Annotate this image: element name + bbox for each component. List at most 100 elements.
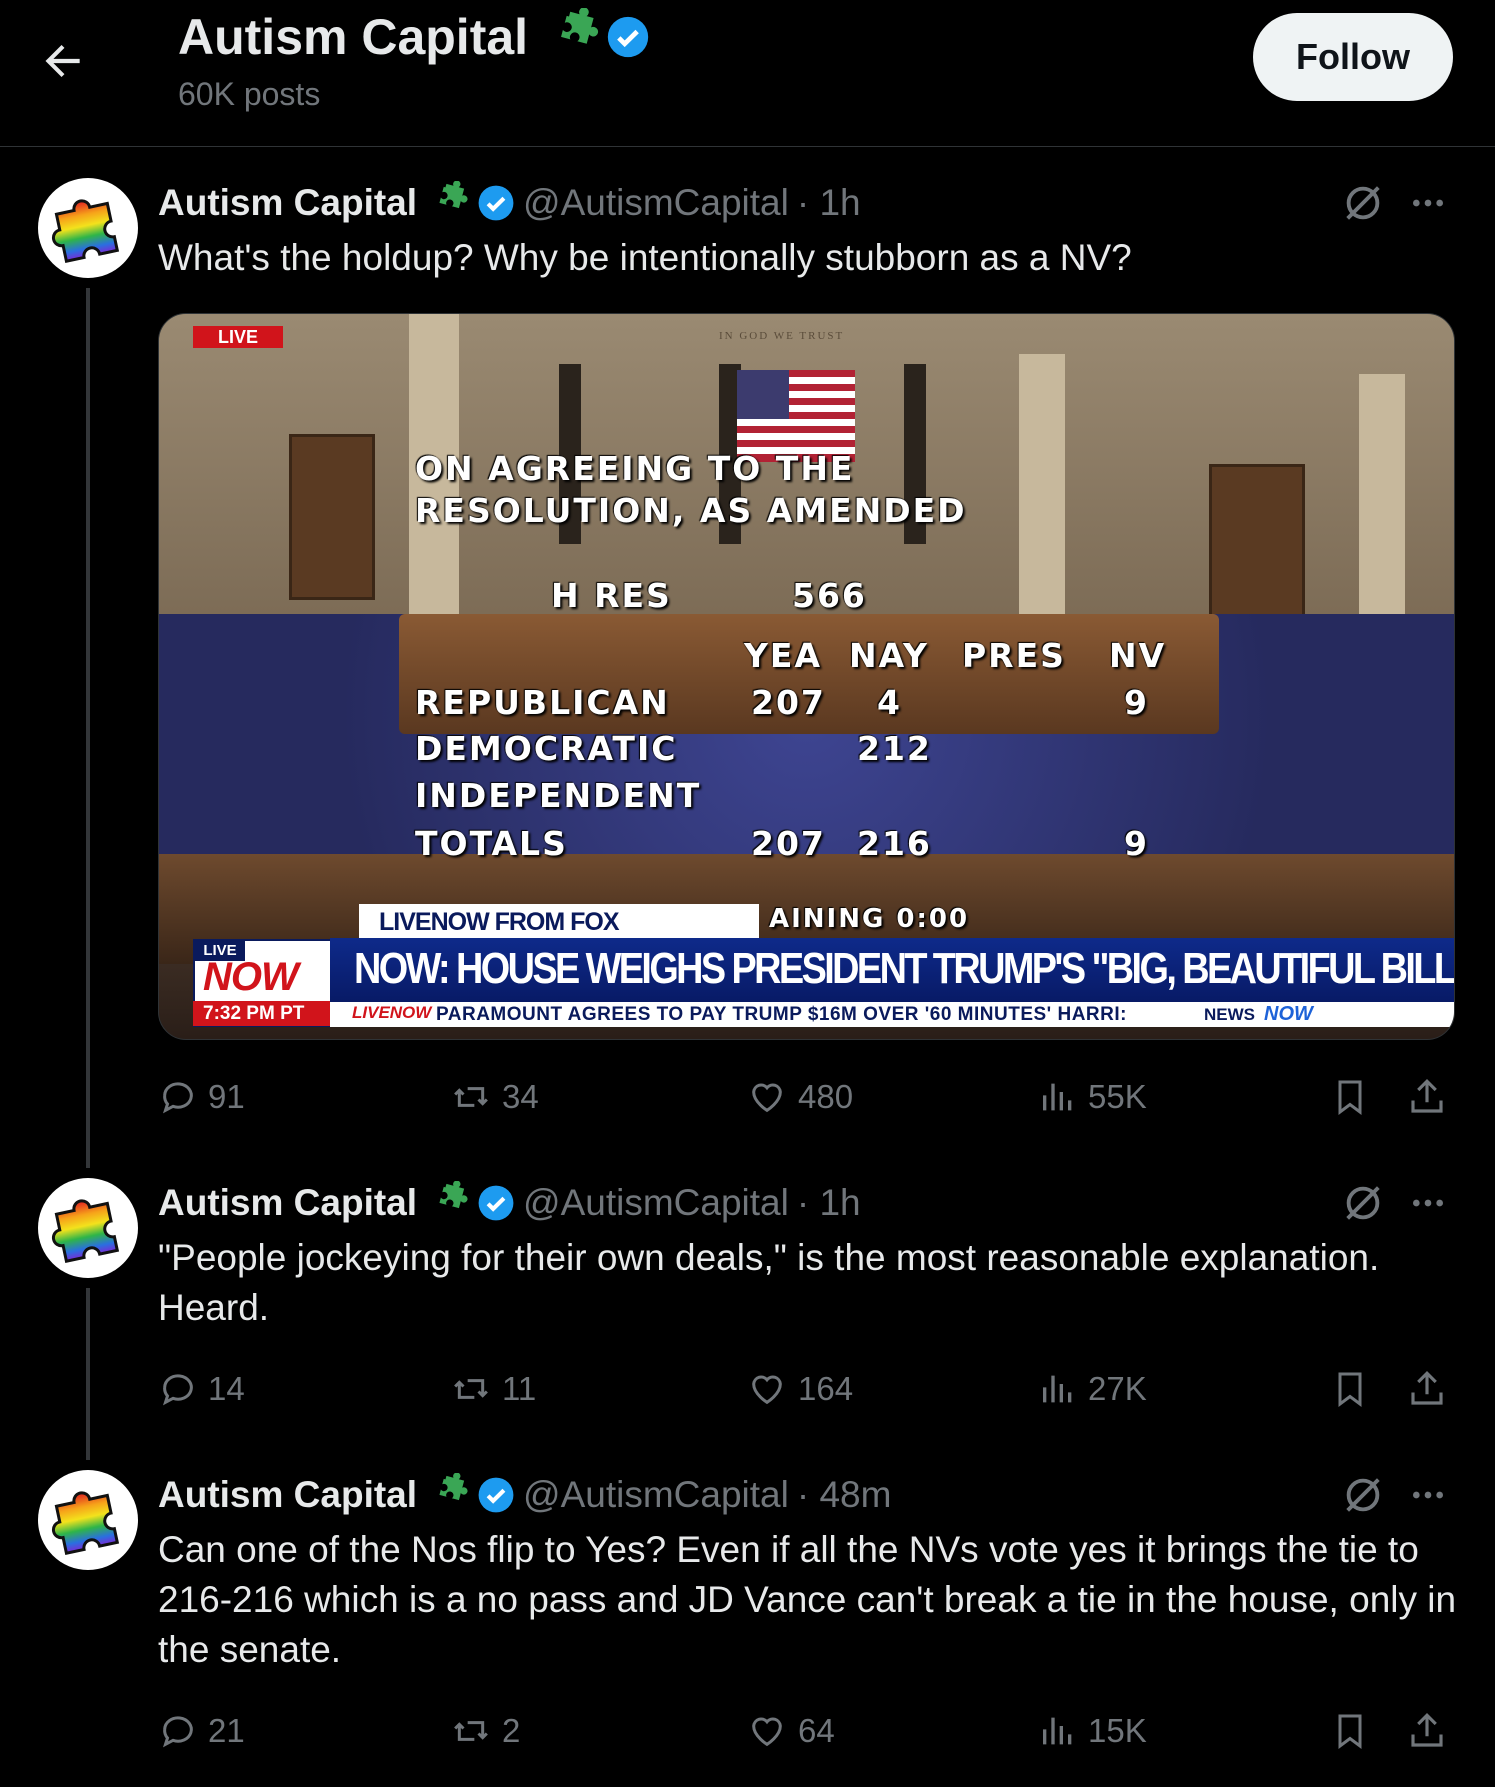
avatar[interactable] [38, 1178, 138, 1278]
grok-icon[interactable] [1340, 180, 1386, 226]
col-nv: NV [1109, 636, 1167, 675]
ticker-text: PARAMOUNT AGREES TO PAY TRUMP $16M OVER … [436, 1004, 1127, 1025]
tweet-author-row: Autism Capital @AutismCapital · 1h [158, 178, 861, 228]
views-button[interactable]: 15K [1038, 1706, 1147, 1756]
row-totals: TOTALS [415, 824, 568, 863]
views-button[interactable]: 55K [1038, 1072, 1147, 1122]
author-name[interactable]: Autism Capital [158, 1474, 417, 1516]
column [1019, 354, 1065, 654]
tweet-top-icons [1340, 1472, 1448, 1518]
time-remaining: AINING 0:00 [769, 904, 970, 934]
back-button[interactable] [38, 36, 88, 86]
rainbow-puzzle-avatar-icon [51, 1199, 120, 1263]
republican-nv: 9 [1124, 683, 1149, 722]
share-button[interactable] [1406, 1072, 1458, 1122]
source-label: LIVENOW FROM FOX [379, 908, 620, 936]
retweet-icon [454, 1721, 488, 1741]
views-chart-icon [1043, 1717, 1072, 1745]
follow-button[interactable]: Follow [1253, 13, 1453, 101]
tweet-actions: 14 11 164 27K [158, 1364, 1458, 1414]
reply-button[interactable]: 14 [158, 1364, 245, 1414]
puzzle-piece-icon [439, 1181, 468, 1209]
views-chart-icon [1043, 1083, 1072, 1111]
page-title: Autism Capital [178, 8, 650, 66]
col-nay: NAY [849, 636, 929, 675]
tweet-author-row: Autism Capital @AutismCapital · 48m [158, 1470, 891, 1520]
source-bar: LIVENOW FROM FOX [359, 904, 759, 940]
author-name[interactable]: Autism Capital [158, 1182, 417, 1224]
row-democratic: DEMOCRATIC [415, 729, 678, 768]
share-icon [1411, 1371, 1443, 1405]
more-options-icon[interactable] [1408, 1475, 1448, 1515]
retweet-button[interactable]: 11 [450, 1364, 536, 1414]
badge-time-bar: 7:32 PM PT [193, 1001, 330, 1026]
author-handle[interactable]: @AutismCapital [523, 1182, 789, 1224]
tweet-time[interactable]: · 1h [797, 182, 861, 224]
heart-icon [752, 1717, 782, 1747]
more-options-icon[interactable] [1408, 1183, 1448, 1223]
tweet-top-icons [1340, 1180, 1448, 1226]
badge-now: NOW [203, 955, 299, 999]
republican-yea: 207 [751, 683, 826, 722]
avatar[interactable] [38, 178, 138, 278]
bill-number: 566 [792, 576, 867, 615]
rainbow-puzzle-avatar-icon [51, 1491, 120, 1555]
republican-nay: 4 [877, 683, 902, 722]
verified-badge-icon [607, 16, 649, 58]
bookmark-button[interactable] [1330, 1072, 1380, 1122]
author-handle[interactable]: @AutismCapital [523, 1474, 789, 1516]
headline-bar: NOW: HOUSE WEIGHS PRESIDENT TRUMP'S "BIG… [330, 938, 1454, 1002]
retweet-icon [454, 1379, 488, 1399]
ticker-now: NOW [1264, 1003, 1313, 1025]
tweet-time[interactable]: · 48m [797, 1474, 892, 1516]
grok-icon[interactable] [1340, 1180, 1386, 1226]
view-count: 15K [1088, 1712, 1147, 1749]
share-icon [1411, 1713, 1443, 1747]
tweet-media-video[interactable]: IN GOD WE TRUST LIVE ON AGREEING TO THE … [158, 313, 1455, 1040]
row-republican: REPUBLICAN [415, 683, 670, 722]
more-options-icon[interactable] [1408, 183, 1448, 223]
share-icon [1411, 1079, 1443, 1113]
like-button[interactable]: 64 [746, 1706, 835, 1756]
verified-badge-icon [478, 1477, 514, 1513]
totals-yea: 207 [751, 824, 826, 863]
like-count: 64 [798, 1712, 835, 1749]
reply-count: 14 [208, 1370, 245, 1407]
reply-icon [162, 1716, 193, 1748]
reply-button[interactable]: 21 [158, 1706, 245, 1756]
puzzle-piece-icon [439, 1473, 468, 1501]
back-arrow-icon [45, 44, 80, 78]
headline: NOW: HOUSE WEIGHS PRESIDENT TRUMP'S "BIG… [354, 944, 1455, 993]
like-count: 480 [798, 1078, 854, 1115]
share-button[interactable] [1406, 1364, 1458, 1414]
avatar[interactable] [38, 1470, 138, 1570]
author-name[interactable]: Autism Capital [158, 182, 417, 224]
views-button[interactable]: 27K [1038, 1364, 1147, 1414]
bookmark-icon [1338, 1714, 1362, 1749]
motto-inscription: IN GOD WE TRUST [719, 330, 845, 342]
tweet-author-row: Autism Capital @AutismCapital · 1h [158, 1178, 861, 1228]
tweet-time[interactable]: · 1h [797, 1182, 861, 1224]
author-handle[interactable]: @AutismCapital [523, 182, 789, 224]
share-button[interactable] [1406, 1706, 1458, 1756]
retweet-button[interactable]: 34 [450, 1072, 539, 1122]
bookmark-button[interactable] [1330, 1706, 1380, 1756]
puzzle-piece-icon [561, 8, 599, 44]
retweet-button[interactable]: 2 [450, 1706, 520, 1756]
bookmark-icon [1338, 1372, 1362, 1407]
tweet-actions: 91 34 480 55K [158, 1072, 1458, 1122]
view-count: 27K [1088, 1370, 1147, 1407]
views-chart-icon [1043, 1375, 1072, 1403]
col-pres: PRES [962, 636, 1066, 675]
puzzle-piece-icon [439, 181, 468, 209]
tweet-text: What's the holdup? Why be intentionally … [158, 237, 1132, 278]
like-button[interactable]: 480 [746, 1072, 853, 1122]
profile-header: Autism Capital 60K posts Follow [0, 0, 1495, 147]
like-button[interactable]: 164 [746, 1364, 853, 1414]
verified-badge-icon [478, 1185, 514, 1221]
reply-button[interactable]: 91 [158, 1072, 245, 1122]
tweet-actions: 21 2 64 15K [158, 1706, 1458, 1756]
grok-icon[interactable] [1340, 1472, 1386, 1518]
bookmark-button[interactable] [1330, 1364, 1380, 1414]
totals-nv: 9 [1124, 824, 1149, 863]
